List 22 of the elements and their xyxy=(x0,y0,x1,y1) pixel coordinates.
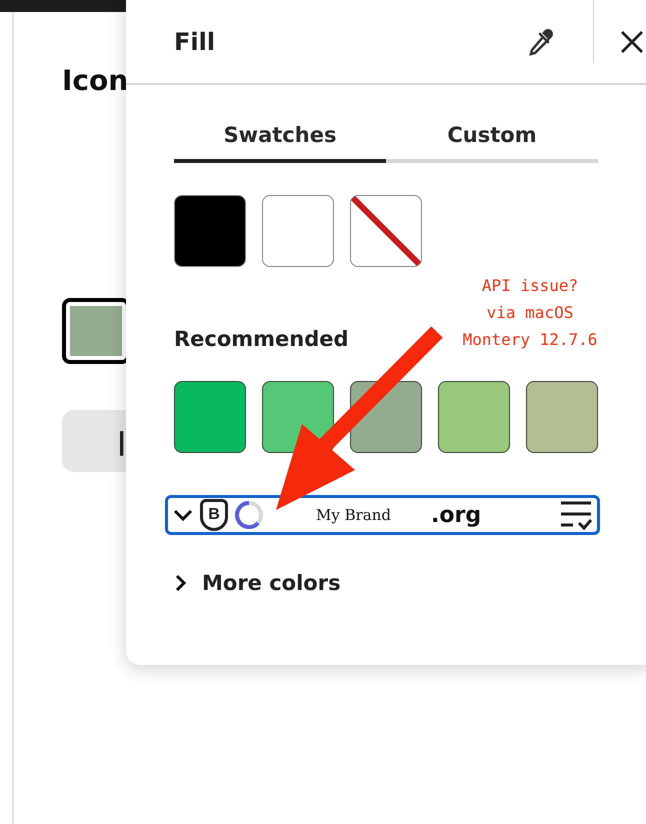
close-icon xyxy=(619,28,645,54)
tab[interactable]: Swatches xyxy=(174,121,386,163)
color-swatch[interactable] xyxy=(526,381,598,453)
list-check-icon[interactable] xyxy=(559,499,593,531)
color-swatch[interactable] xyxy=(262,195,334,267)
more-colors-toggle[interactable]: More colors xyxy=(174,571,341,595)
panel-title: Fill xyxy=(174,28,216,56)
no-color-swatch[interactable] xyxy=(350,195,422,267)
spinner-icon xyxy=(234,500,264,530)
color-swatch[interactable] xyxy=(438,381,510,453)
color-swatch[interactable] xyxy=(174,381,246,453)
annotation-text: API issue? via macOS Montery 12.7.6 xyxy=(462,275,598,351)
chevron-down-icon[interactable] xyxy=(172,508,194,522)
page-button[interactable]: | xyxy=(62,410,126,472)
color-swatch[interactable] xyxy=(174,195,246,267)
page-heading: Icon xyxy=(62,64,128,97)
brand-name: My Brand xyxy=(316,506,391,524)
shield-badge: B xyxy=(200,499,228,531)
chevron-right-icon xyxy=(174,573,188,593)
domain-text: .org xyxy=(431,502,482,528)
section-label: Recommended xyxy=(174,327,349,351)
tab[interactable]: Custom xyxy=(386,121,598,163)
